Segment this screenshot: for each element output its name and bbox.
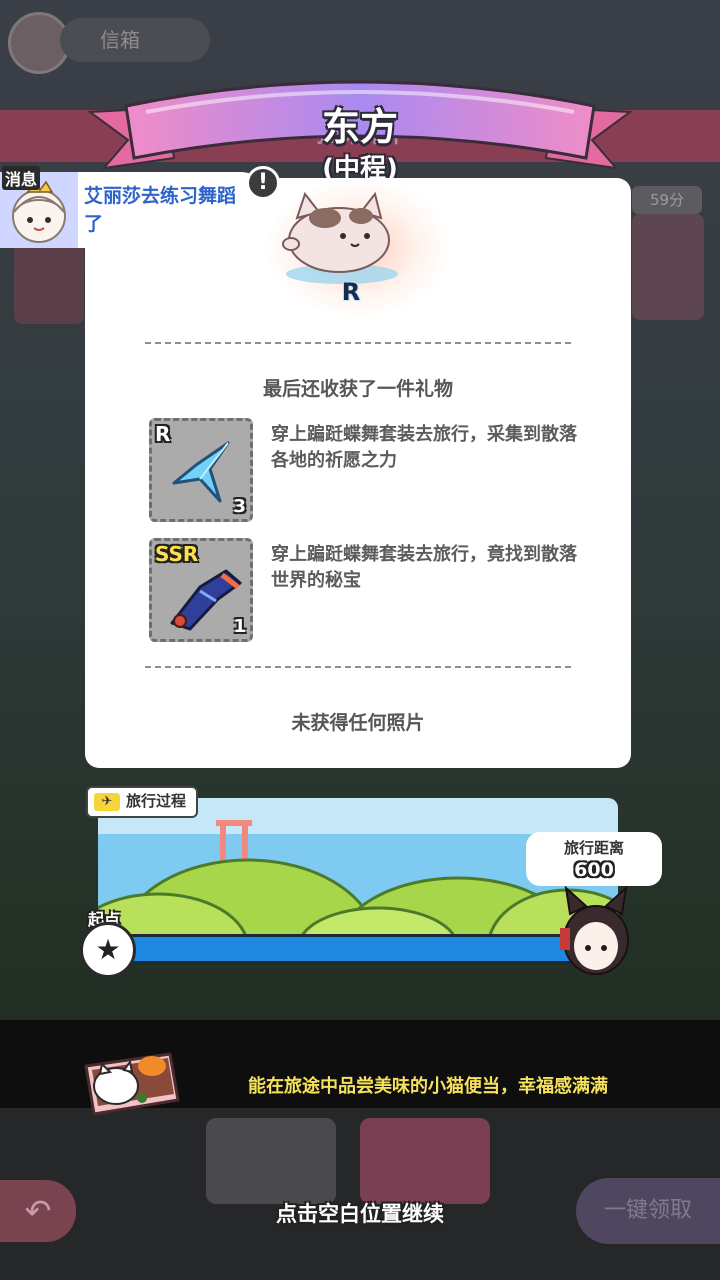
message-tag: 消息 [2, 166, 41, 190]
no-photo-text: 未获得任何照片 [291, 712, 425, 734]
star-icon: ★ [80, 922, 136, 978]
plane-icon: ✈ [94, 792, 120, 811]
gift-item[interactable]: R 3 [149, 418, 253, 522]
title-ribbon: 东方 (中程) [86, 48, 634, 184]
background-card [632, 214, 704, 320]
crystal-icon [172, 441, 230, 503]
item-rarity: R [155, 422, 171, 446]
item-rarity: SSR [155, 542, 199, 566]
distance-label: 旅行距离 [563, 839, 624, 857]
traveler-avatar-icon [560, 885, 629, 975]
message-notification[interactable]: 消息 艾丽莎去练习舞蹈了 ! [0, 166, 280, 248]
tap-to-continue[interactable]: 点击空白位置继续 [0, 1198, 720, 1228]
cat-icon [282, 191, 398, 284]
divider [145, 666, 571, 668]
travel-progress: ✈ 旅行过程 起点 ★ 旅行距离 600 [80, 786, 662, 986]
background-tile [206, 1118, 336, 1204]
timer-badge: 59分 [632, 186, 702, 214]
message-text: 艾丽莎去练习舞蹈了 [84, 185, 237, 235]
progress-bar [120, 934, 590, 964]
item-count: 1 [233, 616, 246, 637]
page-title: 东方 [321, 105, 398, 149]
cat-rarity-badge: R [341, 278, 361, 306]
background-card [14, 244, 84, 324]
travel-process-text: 旅行过程 [126, 792, 187, 810]
alert-icon: ! [246, 166, 280, 200]
item-description: 穿上蹁跹蝶舞套装去旅行，采集到散落各地的祈愿之力 [271, 424, 577, 471]
distance-value: 600 [574, 859, 614, 881]
distance-bubble: 旅行距离 600 [526, 832, 662, 886]
background-tile [360, 1118, 490, 1204]
item-count: 3 [233, 496, 246, 517]
reward-panel: R 最后还收获了一件礼物 R 3 穿上蹁跹蝶舞套装去旅行，采集到散落各地的祈愿之… [85, 178, 631, 768]
gift-heading: 最后还收获了一件礼物 [262, 378, 453, 400]
item-description: 穿上蹁跹蝶舞套装去旅行，竟找到散落世界的秘宝 [271, 544, 577, 591]
divider [145, 342, 571, 344]
gift-item[interactable]: SSR 1 [149, 538, 253, 642]
event-dialog: 能在旅途中品尝美味的小猫便当，幸福感满满 [0, 1020, 720, 1116]
bento-icon [84, 1052, 180, 1116]
dialog-text: 能在旅途中品尝美味的小猫便当，幸福感满满 [248, 1076, 608, 1097]
travel-process-label: ✈ 旅行过程 [86, 786, 199, 818]
